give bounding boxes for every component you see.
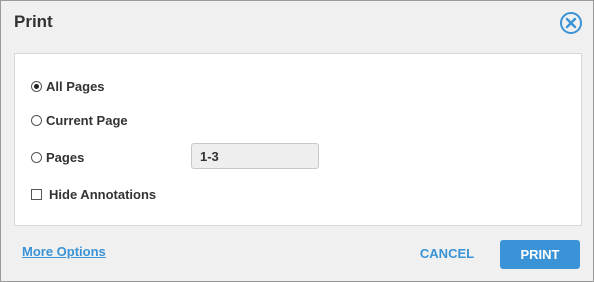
current-page-option[interactable]: Current Page xyxy=(31,113,128,128)
all-pages-label: All Pages xyxy=(46,79,105,94)
current-page-label: Current Page xyxy=(46,113,128,128)
print-options-panel: All Pages Current Page Pages Hide Annota… xyxy=(14,53,582,226)
hide-annotations-option[interactable]: Hide Annotations xyxy=(31,187,156,202)
cancel-button[interactable]: CANCEL xyxy=(413,240,481,268)
current-page-radio[interactable] xyxy=(31,115,42,126)
pages-radio[interactable] xyxy=(31,152,42,163)
dialog-title: Print xyxy=(14,12,53,31)
hide-annotations-label: Hide Annotations xyxy=(49,187,157,202)
print-button[interactable]: PRINT xyxy=(500,240,580,269)
close-icon[interactable] xyxy=(559,11,583,35)
print-dialog: Print All Pages Current Page Pages Hide … xyxy=(0,0,594,282)
all-pages-option[interactable]: All Pages xyxy=(31,79,105,94)
all-pages-radio[interactable] xyxy=(31,81,42,92)
pages-label: Pages xyxy=(46,150,85,165)
more-options-link[interactable]: More Options xyxy=(22,244,106,259)
page-range-input[interactable] xyxy=(191,143,319,169)
pages-option[interactable]: Pages xyxy=(31,150,84,165)
hide-annotations-checkbox[interactable] xyxy=(31,189,42,200)
